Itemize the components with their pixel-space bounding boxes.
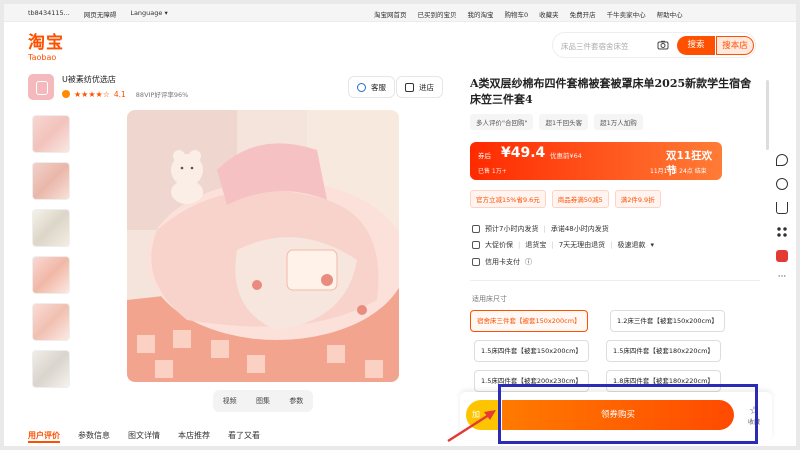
guarantee-info[interactable]: 大促价保 | 退货宝 | 7天无理由退货 | 极速退款 ▾ [472, 240, 654, 250]
shop-rating: 4.1 [113, 89, 126, 99]
coupon-list: 官方立减15%省9.6元 商品券满50减5 满2件9.9折 [470, 190, 661, 208]
tab-gallery[interactable]: 图集 [256, 396, 270, 406]
card-icon [472, 258, 480, 266]
product-tags: 多人评价"合回购" 超1千回头客 超1万人加购 [470, 114, 643, 130]
home-link[interactable]: 淘宝网首页 [374, 9, 407, 19]
chat-icon [357, 82, 366, 92]
ship-promise: 承诺48小时内发货 [550, 225, 609, 233]
tab-also-viewed[interactable]: 看了又看 [228, 430, 260, 443]
tab-video[interactable]: 视频 [223, 396, 237, 406]
tab-details[interactable]: 图文详情 [128, 430, 160, 443]
my-taobao-link[interactable]: 我的淘宝 [468, 9, 494, 19]
language-label: Language [130, 9, 163, 17]
shipping-info: 预计7小时内发货 | 承诺48小时内发货 [472, 224, 609, 234]
search-button[interactable]: 搜索 [677, 36, 715, 55]
divider [470, 280, 760, 281]
help-center-link[interactable]: 帮助中心 [657, 9, 683, 19]
thumbnail-list [32, 115, 72, 397]
size-option[interactable]: 宿舍床三件套【被套150x200cm】 [470, 310, 588, 332]
search-shop-button[interactable]: 搜本店 [716, 36, 754, 55]
main-product-image[interactable] [127, 110, 399, 382]
top-nav-bar: tb8434115... 网页无障碍 Language ▾ 淘宝网首页 已买到的… [4, 4, 796, 22]
size-option[interactable]: 1.5床四件套【被套150x200cm】 [474, 340, 589, 362]
shop-name[interactable]: U被素纺优选店 [62, 74, 116, 85]
coupon[interactable]: 满2件9.9折 [614, 190, 661, 208]
tag: 多人评价"合回购" [470, 114, 534, 130]
shield-icon [472, 241, 480, 249]
tab-reviews[interactable]: 用户评价 [28, 430, 60, 443]
guarantee-item: 退货宝 [525, 241, 547, 249]
chat-bubble-icon[interactable] [776, 154, 788, 166]
shop-icon [405, 82, 414, 92]
size-option[interactable]: 1.2床三件套【被套150x200cm】 [610, 310, 725, 332]
coupon[interactable]: 商品券满50减5 [551, 190, 609, 208]
truck-icon [472, 225, 480, 233]
seller-center-link[interactable]: 千牛卖家中心 [607, 9, 646, 19]
more-icon[interactable]: ··· [776, 273, 788, 286]
cart-link[interactable]: 购物车0 [505, 9, 529, 19]
scrollbar[interactable] [766, 80, 769, 150]
detail-tabs: 用户评价 参数信息 图文详情 本店推荐 看了又看 [28, 430, 260, 443]
red-badge-icon[interactable] [776, 250, 788, 262]
thumbnail[interactable] [32, 350, 70, 388]
event-date: 11月14日 24点 结束 [650, 168, 707, 175]
shop-badge-icon [62, 90, 70, 98]
image-tabs: 视频 图集 参数 [213, 390, 313, 412]
thumbnail[interactable] [32, 209, 70, 247]
shop-vip-rate: 88VIP好评率96% [135, 91, 189, 99]
smile-icon[interactable] [776, 178, 788, 190]
camera-icon[interactable] [657, 39, 669, 51]
thumbnail[interactable] [32, 115, 70, 153]
ship-time: 预计7小时内发货 [485, 225, 539, 233]
price-banner: 券后 ¥49.4 优惠前¥64 已售 1万+ 双11狂欢节 11月14日 24点… [470, 142, 722, 180]
sold-count: 已售 1万+ [478, 168, 507, 175]
grid-icon[interactable] [776, 226, 788, 238]
guarantee-item: 7天无理由退货 [558, 241, 606, 249]
price-label: 券后 [478, 152, 491, 160]
thumbnail[interactable] [32, 303, 70, 341]
guarantee-item: 大促价保 [485, 241, 513, 249]
payment-item: 信用卡支付 [485, 258, 520, 266]
highlight-box [498, 384, 758, 444]
logo-cn: 淘宝 [28, 33, 64, 53]
bought-link[interactable]: 已买到的宝贝 [418, 9, 457, 19]
thumbnail[interactable] [32, 162, 70, 200]
price-value: ¥49.4 [501, 145, 546, 161]
accessibility-link[interactable]: 网页无障碍 [84, 9, 117, 19]
cart-icon[interactable] [776, 202, 788, 214]
favorites-link[interactable]: 收藏夹 [539, 9, 559, 19]
search-input[interactable]: 床品三件套宿舍床笠 [561, 41, 629, 52]
product-page: tb8434115... 网页无障碍 Language ▾ 淘宝网首页 已买到的… [4, 4, 796, 446]
payment-info: 信用卡支付 ⓘ [472, 257, 532, 267]
customer-service-button[interactable]: 客服 [348, 76, 395, 98]
account-name[interactable]: tb8434115... [28, 9, 70, 19]
side-toolbar: ··· [772, 154, 792, 298]
guarantee-item: 极速退款 [617, 241, 646, 249]
tab-params[interactable]: 参数 [289, 396, 303, 406]
language-select[interactable]: Language ▾ [130, 9, 167, 19]
enter-shop-button[interactable]: 进店 [396, 76, 443, 98]
tag: 超1千回头客 [539, 114, 589, 130]
logo-en: Taobao [28, 53, 57, 62]
customer-service-label: 客服 [371, 82, 386, 92]
arrow-annotation [447, 410, 496, 443]
coupon[interactable]: 官方立减15%省9.6元 [470, 190, 546, 208]
enter-shop-label: 进店 [419, 82, 434, 92]
search-bar: 床品三件套宿舍床笠 搜索 搜本店 [552, 32, 756, 58]
tab-parameters[interactable]: 参数信息 [78, 430, 110, 443]
tag: 超1万人加购 [594, 114, 643, 130]
info-icon[interactable]: ⓘ [525, 257, 532, 267]
thumbnail[interactable] [32, 256, 70, 294]
size-option[interactable]: 1.5床四件套【被套180x220cm】 [606, 340, 721, 362]
taobao-logo[interactable]: 淘宝 Taobao [28, 34, 68, 62]
open-shop-link[interactable]: 免费开店 [570, 9, 596, 19]
original-price: 优惠前¥64 [550, 152, 582, 160]
shop-stars: ★★★★☆ [74, 89, 110, 99]
chevron-down-icon: ▾ [650, 241, 655, 249]
product-title: A类双层纱棉布四件套棉被套被罩床单2025新款学生宿舍床笠三件套4 [470, 77, 752, 106]
shop-avatar[interactable] [28, 74, 54, 100]
tab-shop-recommend[interactable]: 本店推荐 [178, 430, 210, 443]
size-label: 适用床尺寸 [472, 295, 507, 303]
